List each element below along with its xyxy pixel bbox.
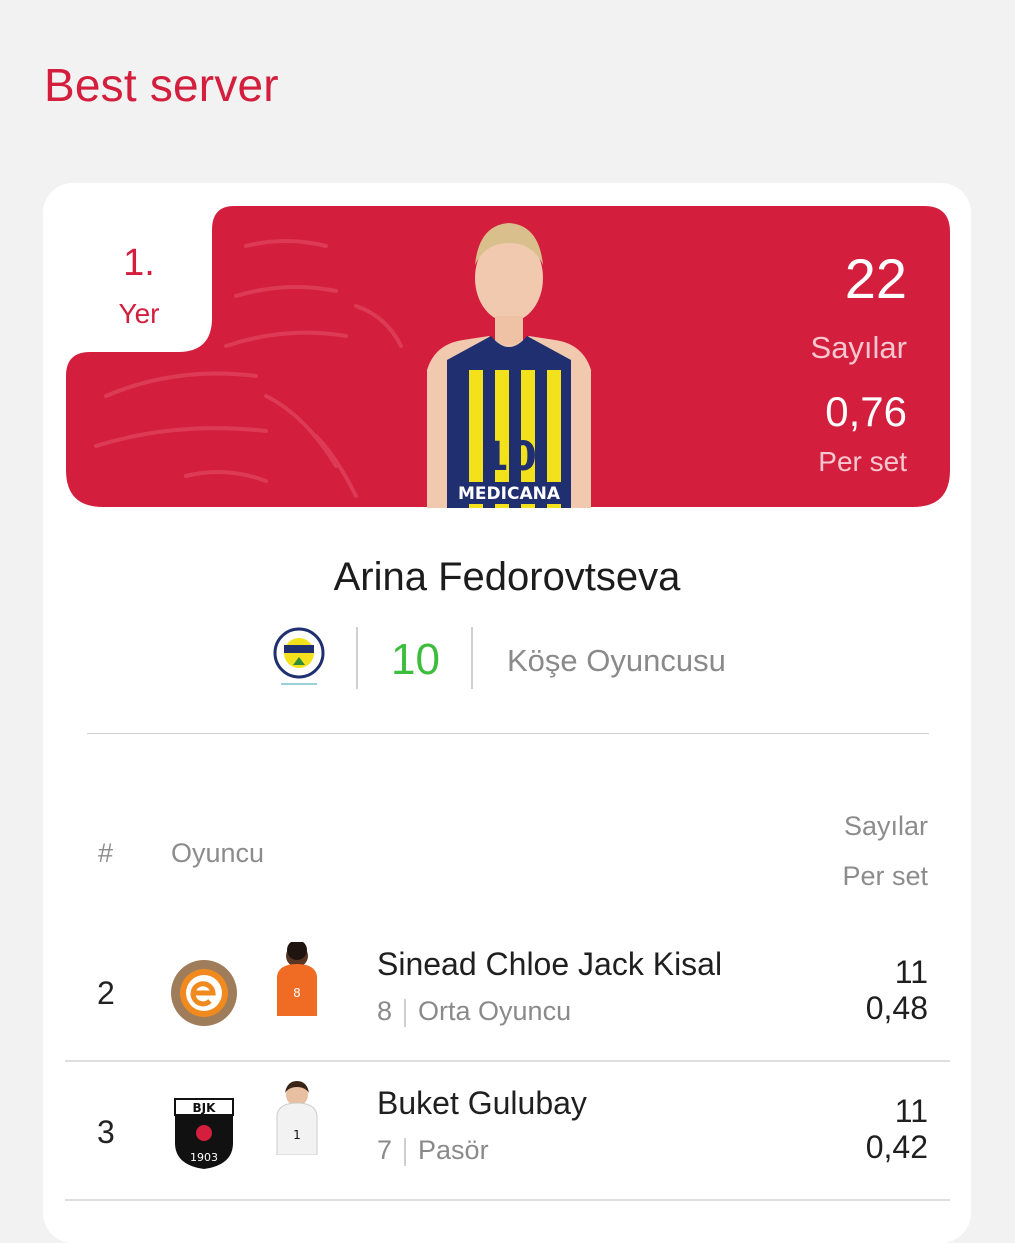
rank-number: 1. bbox=[123, 242, 155, 284]
table-row[interactable]: 2 8 Sinead Chloe Jack Kisal 8 Orta Oyuncu… bbox=[65, 924, 950, 1062]
svg-text:1: 1 bbox=[293, 1128, 301, 1142]
row-points: 11 bbox=[894, 1093, 928, 1129]
meta-separator bbox=[471, 627, 473, 689]
row-per-set: 0,42 bbox=[865, 1129, 928, 1165]
row-player-meta: 8 Orta Oyuncu bbox=[377, 996, 571, 1027]
svg-text:BJK: BJK bbox=[193, 1101, 217, 1115]
row-rank: 3 bbox=[97, 1114, 115, 1150]
column-rank-header: # bbox=[98, 838, 114, 868]
jersey-number: 10 bbox=[391, 635, 440, 684]
per-set-label: Per set bbox=[818, 446, 907, 477]
rank-badge: 1. Yer bbox=[66, 206, 212, 351]
leader-meta: 10 Köşe Oyuncusu bbox=[43, 623, 971, 693]
svg-text:MEDICANA: MEDICANA bbox=[458, 484, 561, 504]
rank-label: Yer bbox=[118, 298, 160, 329]
meta-separator bbox=[404, 1137, 407, 1166]
meta-separator bbox=[356, 627, 358, 689]
points-label: Sayılar bbox=[810, 330, 907, 365]
row-points: 11 bbox=[894, 954, 928, 990]
besiktas-logo-icon: BJK 1903 bbox=[174, 1098, 234, 1169]
row-per-set: 0,48 bbox=[865, 990, 928, 1026]
row-player-name[interactable]: Buket Gulubay bbox=[377, 1085, 587, 1122]
row-rank: 2 bbox=[97, 975, 115, 1011]
player-photo: 10 MEDICANA bbox=[427, 223, 591, 508]
row-jersey: 8 bbox=[377, 996, 393, 1026]
per-set-value: 0,76 bbox=[825, 388, 907, 435]
column-points-header: Sayılar bbox=[843, 811, 928, 841]
divider bbox=[87, 733, 929, 734]
row-divider bbox=[65, 1199, 950, 1201]
leader-name[interactable]: Arina Fedorovtseva bbox=[43, 555, 971, 600]
row-position: Orta Oyuncu bbox=[418, 996, 572, 1026]
table-row[interactable]: 3 BJK 1903 1 Buket Gulubay 7 Pasör 11 0,4… bbox=[65, 1063, 950, 1201]
points-value: 22 bbox=[844, 247, 907, 310]
svg-text:8: 8 bbox=[293, 986, 301, 1000]
svg-text:10: 10 bbox=[481, 434, 537, 480]
player-avatar: 1 bbox=[276, 1081, 318, 1155]
column-per-set-header: Per set bbox=[842, 861, 928, 891]
svg-text:1903: 1903 bbox=[190, 1151, 218, 1164]
row-jersey: 7 bbox=[377, 1135, 393, 1165]
column-player-header: Oyuncu bbox=[171, 838, 265, 868]
row-position: Pasör bbox=[418, 1135, 489, 1165]
fenerbahce-logo-icon bbox=[273, 627, 325, 685]
meta-separator bbox=[404, 998, 407, 1027]
row-divider bbox=[65, 1060, 950, 1062]
leader-hero[interactable]: 1. Yer 10 MEDICANA 22 Sayılar 0,76 Per s… bbox=[66, 206, 950, 508]
row-player-name[interactable]: Sinead Chloe Jack Kisal bbox=[377, 946, 722, 983]
page-title: Best server bbox=[44, 59, 279, 111]
leaderboard-card: 1. Yer 10 MEDICANA 22 Sayılar 0,76 Per s… bbox=[43, 183, 971, 1243]
player-position: Köşe Oyuncusu bbox=[507, 643, 726, 678]
player-avatar: 8 bbox=[277, 942, 317, 1016]
row-player-meta: 7 Pasör bbox=[377, 1135, 489, 1166]
eczacibasi-logo-icon bbox=[171, 960, 237, 1026]
